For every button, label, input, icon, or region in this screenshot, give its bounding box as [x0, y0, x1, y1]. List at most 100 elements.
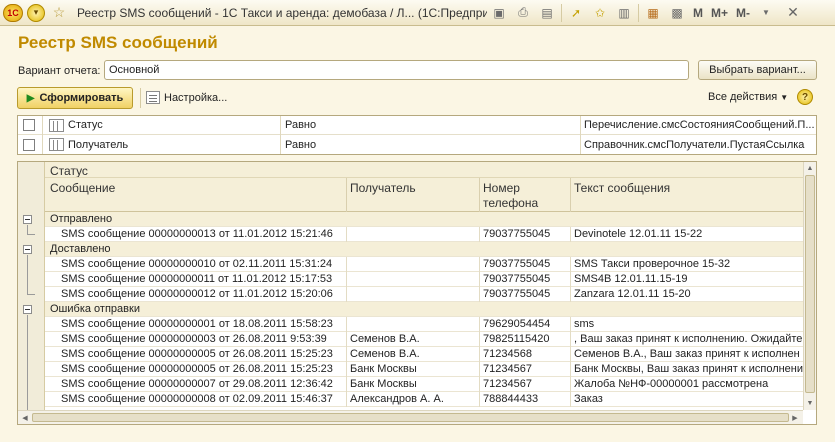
arrow-star-icon[interactable]: ➚ [566, 3, 586, 23]
chevron-down-icon: ▾ [27, 3, 45, 22]
column-divider [570, 227, 571, 242]
column-divider [346, 392, 347, 407]
collapse-group-icon[interactable] [23, 245, 32, 254]
cell-message: SMS сообщение 00000000007 от 29.08.2011 … [61, 378, 333, 390]
column-divider [346, 332, 347, 347]
separator [638, 3, 639, 22]
help-icon[interactable]: ? [797, 89, 813, 105]
tree-line [27, 315, 28, 410]
document-icon[interactable]: ▥ [614, 3, 634, 23]
table-row[interactable]: SMS сообщение 00000000005 от 26.08.2011 … [45, 347, 803, 362]
app-menu-button[interactable]: ▾ [26, 3, 46, 23]
table-row[interactable]: SMS сообщение 00000000001 от 18.08.2011 … [45, 317, 803, 332]
choose-variant-button[interactable]: Выбрать вариант... [698, 60, 817, 80]
column-divider [479, 272, 480, 287]
scroll-right-icon[interactable]: ▶ [789, 412, 801, 424]
cell-message: SMS сообщение 00000000005 от 26.08.2011 … [61, 363, 333, 375]
filter-condition[interactable]: Равно [285, 139, 316, 151]
header-phone-line2: телефона [483, 196, 539, 210]
table-row[interactable]: SMS сообщение 00000000011 от 11.01.2012 … [45, 272, 803, 287]
filter-name: Получатель [68, 138, 129, 151]
close-icon[interactable]: ✕ [782, 3, 804, 23]
table-row[interactable]: SMS сообщение 00000000005 от 26.08.2011 … [45, 362, 803, 377]
scroll-up-icon[interactable]: ▲ [804, 162, 816, 174]
vertical-scrollbar[interactable]: ▲ ▼ [803, 162, 816, 410]
preview-icon[interactable]: ▤ [537, 3, 557, 23]
collapse-group-icon[interactable] [23, 305, 32, 314]
scroll-down-icon[interactable]: ▼ [804, 397, 816, 409]
memory-minus-button[interactable]: M- [736, 6, 750, 20]
app-logo-icon[interactable]: 1С [3, 3, 23, 23]
table-row[interactable]: SMS сообщение 00000000012 от 11.01.2012 … [45, 287, 803, 302]
horizontal-scrollbar[interactable]: ◀ ▶ [18, 410, 803, 424]
memory-plus-button[interactable]: M+ [711, 6, 728, 20]
group-row[interactable]: Отправлено [45, 212, 803, 227]
column-divider [570, 257, 571, 272]
cell-phone: 71234568 [483, 348, 532, 360]
all-actions-menu[interactable]: Все действия ▼ [708, 91, 788, 103]
save-icon[interactable]: ▣ [489, 3, 509, 23]
print-icon[interactable]: ⎙ [513, 3, 533, 23]
bookmark-star-icon[interactable]: ✩ [590, 3, 610, 23]
report-spreadsheet[interactable]: Статус Сообщение Получатель Номер телефо… [17, 161, 817, 425]
tree-line [27, 255, 28, 294]
column-divider [479, 362, 480, 377]
table-field-icon [49, 118, 64, 132]
window-titlebar: 1С ▾ ☆ Реестр SMS сообщений - 1С Такси и… [0, 0, 835, 26]
column-divider [479, 257, 480, 272]
column-divider [570, 332, 571, 347]
variant-field[interactable]: Основной [104, 60, 689, 80]
tree-line [27, 294, 35, 295]
cell-text: , Ваш заказ принят к исполнению. Ожидайт… [574, 333, 803, 345]
column-divider [346, 257, 347, 272]
cell-text: Zanzara 12.01.11 15-20 [574, 288, 691, 300]
cell-message: SMS сообщение 00000000012 от 11.01.2012 … [61, 288, 333, 300]
table-row[interactable]: SMS сообщение 00000000007 от 29.08.2011 … [45, 377, 803, 392]
report-rows: Отправлено SMS сообщение 00000000013 от 1… [45, 212, 803, 407]
page-title: Реестр SMS сообщений [18, 33, 218, 52]
cell-text: sms [574, 318, 595, 330]
column-divider [570, 287, 571, 302]
column-divider [42, 116, 43, 135]
filter-row: Получатель Равно Справочник.смсПолучател… [18, 135, 816, 154]
filter-checkbox[interactable] [23, 138, 35, 151]
column-divider [346, 272, 347, 287]
table-row[interactable]: SMS сообщение 00000000013 от 11.01.2012 … [45, 227, 803, 242]
filter-condition[interactable]: Равно [285, 119, 316, 131]
calculator-icon[interactable]: ▩ [667, 3, 687, 23]
settings-icon [146, 91, 160, 104]
report-header: Статус Сообщение Получатель Номер телефо… [45, 162, 803, 212]
cell-recipient: Банк Москвы [350, 378, 417, 390]
table-row[interactable]: SMS сообщение 00000000010 от 02.11.2011 … [45, 257, 803, 272]
window-menu-chevron-icon[interactable]: ▼ [756, 3, 776, 23]
table-row[interactable]: SMS сообщение 00000000003 от 26.08.2011 … [45, 332, 803, 347]
memory-m-button[interactable]: M [693, 6, 703, 20]
table-row[interactable]: SMS сообщение 00000000008 от 02.09.2011 … [45, 392, 803, 407]
calendar-icon[interactable]: ▦ [643, 3, 663, 23]
app-logo-text: 1С [3, 3, 23, 22]
filter-name: Статус [68, 119, 103, 131]
filter-value[interactable]: Перечисление.смсСостоянияСообщений.П... [584, 119, 814, 131]
favorite-star-icon[interactable]: ☆ [49, 3, 69, 23]
collapse-group-icon[interactable] [23, 215, 32, 224]
filter-checkbox[interactable] [23, 119, 35, 131]
cell-text: Жалоба №НФ-00000001 рассмотрена [574, 378, 769, 390]
header-status: Статус [50, 164, 88, 178]
scroll-thumb[interactable] [32, 413, 789, 422]
chevron-down-icon: ▼ [780, 93, 789, 102]
cell-phone: 79037755045 [483, 258, 551, 270]
column-divider [570, 377, 571, 392]
cell-text: Заказ [574, 393, 603, 405]
column-divider [570, 392, 571, 407]
group-row[interactable]: Ошибка отправки [45, 302, 803, 317]
scroll-left-icon[interactable]: ◀ [19, 412, 31, 424]
cell-phone: 71234567 [483, 378, 532, 390]
scroll-thumb[interactable] [805, 175, 815, 393]
group-row[interactable]: Доставлено [45, 242, 803, 257]
column-divider [570, 362, 571, 377]
settings-button[interactable]: Настройка... [146, 91, 227, 104]
generate-button[interactable]: ▶ Сформировать [17, 87, 133, 109]
column-divider [346, 362, 347, 377]
column-divider [570, 178, 571, 212]
filter-value[interactable]: Справочник.смсПолучатели.ПустаяСсылка [584, 139, 814, 151]
